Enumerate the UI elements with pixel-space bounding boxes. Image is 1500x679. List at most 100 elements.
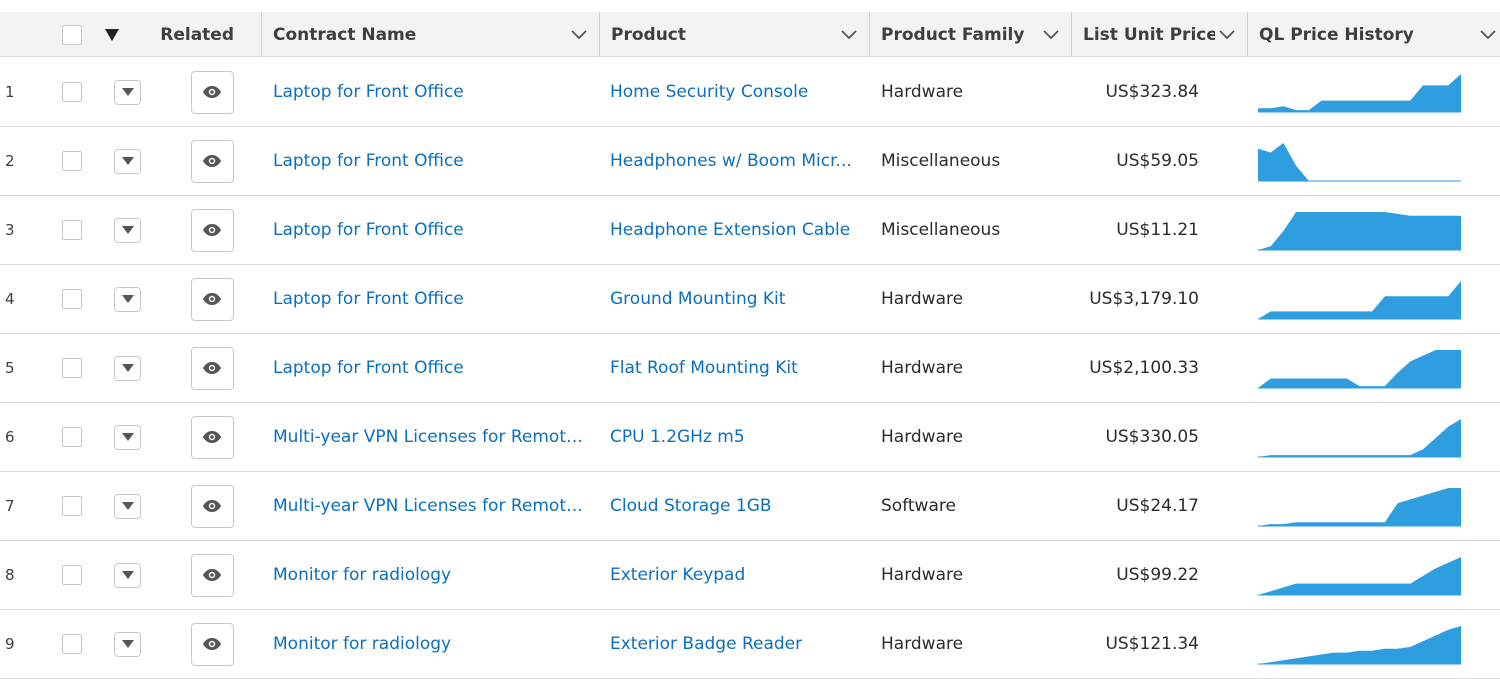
product-link[interactable]: Exterior Badge Reader [610, 634, 802, 654]
row-checkbox[interactable] [62, 634, 82, 654]
row-checkbox[interactable] [62, 565, 82, 585]
row-select[interactable] [52, 472, 92, 540]
header-product-family[interactable]: Product Family [869, 12, 1071, 57]
product-cell[interactable]: Cloud Storage 1GB [610, 472, 860, 540]
row-checkbox[interactable] [62, 496, 82, 516]
contract-name-cell[interactable]: Multi-year VPN Licenses for Remote... [273, 403, 591, 471]
header-contract-name[interactable]: Contract Name [261, 12, 599, 57]
row-menu[interactable] [110, 265, 145, 333]
product-cell[interactable]: Ground Mounting Kit [610, 265, 860, 333]
product-link[interactable]: Home Security Console [610, 82, 808, 102]
row-related[interactable] [185, 196, 239, 264]
row-menu-button[interactable] [114, 355, 141, 381]
product-link[interactable]: CPU 1.2GHz m5 [610, 427, 745, 447]
row-related[interactable] [185, 334, 239, 402]
select-all-checkbox[interactable] [62, 24, 82, 45]
contract-name-cell[interactable]: Monitor for radiology [273, 541, 591, 609]
row-menu[interactable] [110, 127, 145, 195]
header-row-menu[interactable] [96, 12, 128, 57]
row-select[interactable] [52, 58, 92, 126]
row-select[interactable] [52, 541, 92, 609]
product-link[interactable]: Headphone Extension Cable [610, 220, 850, 240]
row-checkbox[interactable] [62, 151, 82, 171]
header-select-all[interactable] [52, 12, 92, 57]
header-price-history[interactable]: QL Price History [1247, 12, 1500, 57]
product-link[interactable]: Headphones w/ Boom Micr... [610, 151, 852, 171]
contract-name-cell[interactable]: Laptop for Front Office [273, 58, 591, 126]
row-menu-button[interactable] [114, 148, 141, 174]
view-related-button[interactable] [190, 415, 234, 459]
product-cell[interactable]: Headphones w/ Boom Micr... [610, 127, 860, 195]
row-related[interactable] [185, 265, 239, 333]
contract-name-cell[interactable]: Laptop for Front Office [273, 265, 591, 333]
view-related-button[interactable] [190, 277, 234, 321]
chevron-down-icon[interactable] [1476, 23, 1500, 47]
contract-name-cell[interactable]: Monitor for radiology [273, 610, 591, 678]
contract-name-cell[interactable]: Multi-year VPN Licenses for Remote... [273, 472, 591, 540]
row-select[interactable] [52, 127, 92, 195]
contract-name-cell[interactable]: Laptop for Front Office [273, 196, 591, 264]
row-menu[interactable] [110, 541, 145, 609]
contract-name-link[interactable]: Laptop for Front Office [273, 289, 464, 309]
row-select[interactable] [52, 610, 92, 678]
row-select[interactable] [52, 334, 92, 402]
row-related[interactable] [185, 58, 239, 126]
product-link[interactable]: Flat Roof Mounting Kit [610, 358, 798, 378]
row-menu[interactable] [110, 58, 145, 126]
view-related-button[interactable] [190, 484, 234, 528]
row-menu-button[interactable] [114, 424, 141, 450]
row-menu[interactable] [110, 610, 145, 678]
product-link[interactable]: Ground Mounting Kit [610, 289, 785, 309]
view-related-button[interactable] [190, 70, 234, 114]
chevron-down-icon[interactable] [567, 23, 591, 47]
row-menu[interactable] [110, 196, 145, 264]
header-product[interactable]: Product [599, 12, 869, 57]
row-select[interactable] [52, 196, 92, 264]
row-related[interactable] [185, 403, 239, 471]
row-select[interactable] [52, 403, 92, 471]
row-menu-button[interactable] [114, 631, 141, 657]
view-related-button[interactable] [190, 553, 234, 597]
row-menu-button[interactable] [114, 79, 141, 105]
row-menu-button[interactable] [114, 493, 141, 519]
contract-name-link[interactable]: Laptop for Front Office [273, 358, 464, 378]
view-related-button[interactable] [190, 622, 234, 666]
caret-down-icon[interactable] [105, 28, 119, 41]
product-cell[interactable]: Exterior Badge Reader [610, 610, 860, 678]
product-cell[interactable]: Flat Roof Mounting Kit [610, 334, 860, 402]
row-related[interactable] [185, 610, 239, 678]
row-menu[interactable] [110, 472, 145, 540]
product-link[interactable]: Exterior Keypad [610, 565, 745, 585]
row-select[interactable] [52, 265, 92, 333]
chevron-down-icon[interactable] [837, 23, 861, 47]
contract-name-cell[interactable]: Laptop for Front Office [273, 334, 591, 402]
contract-name-link[interactable]: Laptop for Front Office [273, 220, 464, 240]
row-related[interactable] [185, 472, 239, 540]
chevron-down-icon[interactable] [1215, 23, 1239, 47]
contract-name-link[interactable]: Laptop for Front Office [273, 151, 464, 171]
header-list-unit-price[interactable]: List Unit Price [1071, 12, 1247, 57]
contract-name-link[interactable]: Monitor for radiology [273, 565, 451, 585]
product-cell[interactable]: CPU 1.2GHz m5 [610, 403, 860, 471]
row-menu-button[interactable] [114, 217, 141, 243]
row-menu[interactable] [110, 334, 145, 402]
row-checkbox[interactable] [62, 289, 82, 309]
view-related-button[interactable] [190, 346, 234, 390]
row-menu-button[interactable] [114, 562, 141, 588]
row-menu[interactable] [110, 403, 145, 471]
row-menu-button[interactable] [114, 286, 141, 312]
product-link[interactable]: Cloud Storage 1GB [610, 496, 772, 516]
product-cell[interactable]: Headphone Extension Cable [610, 196, 860, 264]
row-related[interactable] [185, 541, 239, 609]
contract-name-link[interactable]: Monitor for radiology [273, 634, 451, 654]
row-checkbox[interactable] [62, 427, 82, 447]
row-checkbox[interactable] [62, 220, 82, 240]
view-related-button[interactable] [190, 139, 234, 183]
chevron-down-icon[interactable] [1039, 23, 1063, 47]
view-related-button[interactable] [190, 208, 234, 252]
row-checkbox[interactable] [62, 82, 82, 102]
row-checkbox[interactable] [62, 358, 82, 378]
contract-name-link[interactable]: Laptop for Front Office [273, 82, 464, 102]
contract-name-link[interactable]: Multi-year VPN Licenses for Remote... [273, 427, 591, 447]
contract-name-cell[interactable]: Laptop for Front Office [273, 127, 591, 195]
